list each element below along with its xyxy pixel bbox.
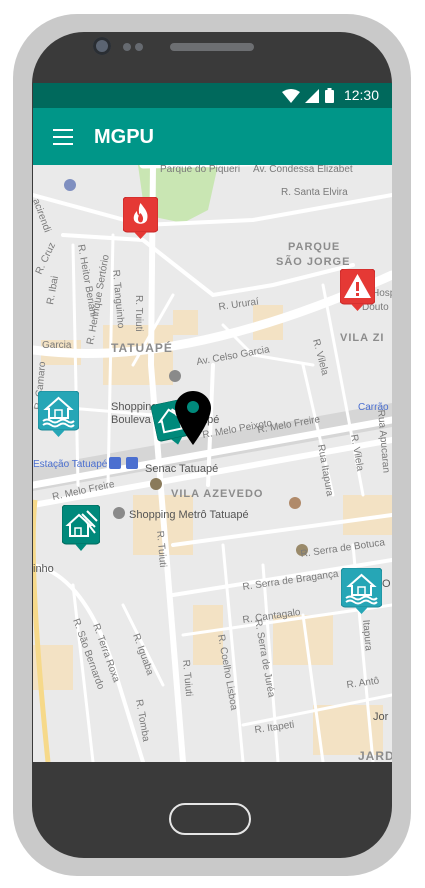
map-label: SÃO JORGE — [276, 255, 350, 268]
map-label: Av. Condessa Elizabet — [253, 165, 353, 175]
map-label: JARD — [358, 749, 392, 762]
signal-icon — [305, 89, 319, 103]
metro-station-icon — [109, 457, 121, 469]
front-camera — [93, 37, 111, 55]
phone-screen: 12:30 MGPU Parque do Piqueri Av. Condess… — [33, 83, 392, 762]
map-label: VILA AZEVEDO — [171, 488, 263, 500]
fire-incident-marker[interactable] — [122, 196, 159, 244]
shopping-poi-icon — [113, 507, 125, 519]
map-label: Senac Tatuapé — [145, 463, 218, 475]
landslide-marker-southwest[interactable] — [61, 504, 101, 556]
flood-house-marker-west[interactable] — [37, 390, 80, 442]
landslide-icon — [61, 504, 101, 551]
restaurant-poi-icon — [289, 497, 301, 509]
map-label: Estação Tatuapé — [33, 459, 108, 470]
map-label: Garcia — [42, 340, 72, 351]
sensor-dot — [123, 43, 131, 51]
map-label: R. Santa Elvira — [281, 187, 348, 198]
map-label: Parque do Piqueri — [160, 165, 240, 175]
warning-incident-marker[interactable] — [339, 268, 376, 316]
map-label: inho — [33, 563, 54, 575]
map-label: R. Tuiuti — [133, 295, 144, 332]
hamburger-menu-icon[interactable] — [53, 129, 73, 145]
wifi-icon — [282, 89, 300, 103]
shopping-poi-icon — [169, 370, 181, 382]
map-label: O — [382, 578, 391, 590]
map-label: TATUAPÉ — [111, 340, 173, 355]
app-bar: MGPU — [33, 108, 392, 165]
map-label: Hosp — [372, 288, 392, 299]
map-label: VILA ZI — [340, 332, 384, 344]
battery-icon — [325, 88, 334, 103]
flood-house-icon — [340, 567, 383, 614]
flood-house-icon — [37, 390, 80, 437]
home-button[interactable] — [169, 803, 251, 835]
warning-icon — [339, 268, 376, 311]
flood-house-marker-east[interactable] — [340, 567, 383, 619]
map-label: PARQUE — [288, 241, 340, 253]
app-title: MGPU — [94, 126, 154, 148]
street-map[interactable]: Parque do Piqueri Av. Condessa Elizabet … — [33, 156, 392, 762]
sensor-dot — [135, 43, 143, 51]
school-poi-icon — [150, 478, 162, 490]
train-station-icon — [126, 457, 138, 469]
map-label: Jor — [373, 711, 389, 723]
map-label: Bouleva — [111, 414, 152, 426]
earpiece-speaker — [170, 43, 254, 51]
location-pin-icon — [175, 391, 211, 445]
map-label: Shopping Metrô Tatuapé — [129, 509, 249, 521]
current-location-pin[interactable] — [175, 391, 211, 450]
status-bar: 12:30 — [33, 83, 392, 108]
status-time: 12:30 — [343, 87, 379, 103]
shopping-poi-icon — [64, 179, 76, 191]
fire-icon — [122, 196, 159, 239]
map-view[interactable]: Parque do Piqueri Av. Condessa Elizabet … — [33, 156, 392, 762]
